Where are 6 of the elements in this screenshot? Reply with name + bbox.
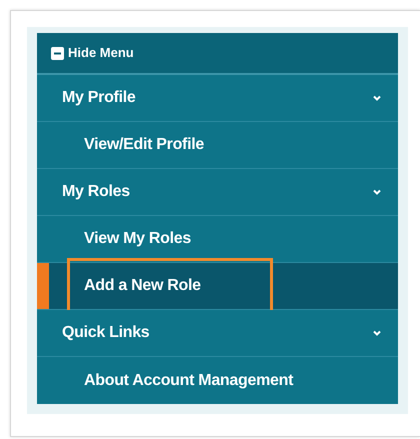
minus-icon bbox=[51, 46, 64, 60]
menu-section-header[interactable]: Quick Links bbox=[37, 310, 398, 357]
chevron-icon bbox=[372, 187, 382, 197]
hide-menu-button[interactable]: Hide Menu bbox=[37, 33, 398, 75]
chevron-icon bbox=[372, 328, 382, 338]
chevron-icon bbox=[372, 93, 382, 103]
